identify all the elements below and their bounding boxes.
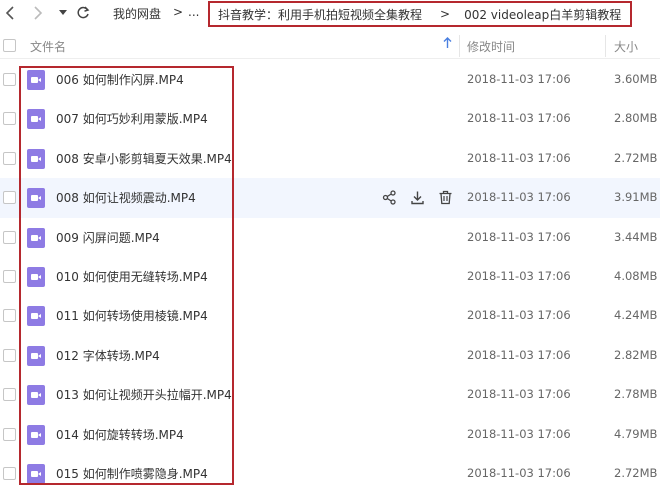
file-row[interactable]: 014 如何旋转转场.MP4 2018-11-03 17:06 4.79MB [0,415,660,454]
file-modified-date: 2018-11-03 17:06 [467,387,571,402]
breadcrumb-separator: > [173,5,184,19]
file-size: 4.08MB [614,268,658,283]
file-modified-date: 2018-11-03 17:06 [467,190,571,205]
row-checkbox[interactable] [3,348,16,362]
file-list-header: 文件名 修改时间 大小 [0,33,660,59]
video-file-icon [27,463,45,484]
file-row[interactable]: 011 如何转场使用棱镜.MP4 2018-11-03 17:06 4.24MB [0,296,660,335]
row-checkbox[interactable] [3,112,16,126]
file-name[interactable]: 009 闪屏问题.MP4 [56,229,160,246]
file-modified-date: 2018-11-03 17:06 [467,308,571,323]
file-row[interactable]: 013 如何让视频开头拉幅开.MP4 2018-11-03 17:06 2.78MB [0,375,660,414]
file-name[interactable]: 012 字体转场.MP4 [56,347,160,364]
row-actions [380,188,454,206]
file-modified-date: 2018-11-03 17:06 [467,72,571,86]
file-size: 2.72MB [614,150,658,165]
file-size: 3.60MB [614,72,658,86]
video-file-icon [27,188,45,209]
file-name[interactable]: 014 如何旋转转场.MP4 [56,426,184,443]
breadcrumb-folder-2[interactable]: 002 videoleap白羊剪辑教程 [464,6,621,23]
column-divider[interactable] [459,35,460,57]
file-name[interactable]: 011 如何转场使用棱镜.MP4 [56,307,208,324]
file-name[interactable]: 015 如何制作喷雾隐身.MP4 [56,465,208,482]
file-size: 2.78MB [614,387,658,402]
caret-down-icon[interactable] [56,2,70,24]
video-file-icon [27,148,45,169]
column-header-name[interactable]: 文件名 [30,38,66,55]
arrow-up-icon[interactable] [443,37,452,52]
file-row[interactable]: 008 如何让视频震动.MP4 2018-11-03 17:06 3.91MB [0,178,660,218]
file-row[interactable]: 009 闪屏问题.MP4 2018-11-03 17:06 3.44MB [0,218,660,257]
file-list: 006 如何制作闪屏.MP4 2018-11-03 17:06 3.60MB 007 … [0,60,660,485]
row-checkbox[interactable] [3,309,16,323]
video-file-icon [27,424,45,445]
file-row[interactable]: 007 如何巧妙利用蒙版.MP4 2018-11-03 17:06 2.80MB [0,99,660,138]
file-size: 2.72MB [614,465,658,480]
file-modified-date: 2018-11-03 17:06 [467,111,571,126]
video-file-icon [27,227,45,248]
row-checkbox[interactable] [3,191,16,205]
select-all-checkbox[interactable] [3,39,16,52]
video-file-icon [27,70,45,90]
file-modified-date: 2018-11-03 17:06 [467,465,571,480]
breadcrumb-highlight-box: 抖音教学：利用手机拍短视频全集教程 > 002 videoleap白羊剪辑教程 … [208,1,632,27]
file-modified-date: 2018-11-03 17:06 [467,347,571,362]
file-modified-date: 2018-11-03 17:06 [467,426,571,441]
chevron-right-icon[interactable] [30,2,46,24]
file-size: 3.44MB [614,229,658,244]
file-row[interactable]: 015 如何制作喷雾隐身.MP4 2018-11-03 17:06 2.72MB [0,454,660,485]
top-navigation-bar: 我的网盘 > ... 抖音教学：利用手机拍短视频全集教程 > 002 video… [0,0,660,28]
breadcrumb-ellipsis[interactable]: ... [188,5,199,19]
file-row[interactable]: 012 字体转场.MP4 2018-11-03 17:06 2.82MB [0,336,660,375]
file-row[interactable]: 010 如何使用无缝转场.MP4 2018-11-03 17:06 4.08MB [0,257,660,296]
download-icon[interactable] [408,188,426,206]
row-checkbox[interactable] [3,466,16,480]
row-checkbox[interactable] [3,73,16,86]
file-size: 3.91MB [614,190,658,205]
file-modified-date: 2018-11-03 17:06 [467,150,571,165]
column-header-size[interactable]: 大小 [614,38,638,55]
file-name[interactable]: 007 如何巧妙利用蒙版.MP4 [56,110,208,127]
file-size: 2.80MB [614,111,658,126]
file-row[interactable]: 006 如何制作闪屏.MP4 2018-11-03 17:06 3.60MB [0,60,660,99]
file-size: 2.82MB [614,347,658,362]
row-checkbox[interactable] [3,269,16,283]
delete-icon[interactable] [436,188,454,206]
row-checkbox[interactable] [3,230,16,244]
chevron-left-icon[interactable] [2,2,18,24]
file-modified-date: 2018-11-03 17:06 [467,268,571,283]
video-file-icon [27,306,45,327]
share-icon[interactable] [380,188,398,206]
refresh-icon[interactable] [74,2,92,24]
file-name[interactable]: 010 如何使用无缝转场.MP4 [56,268,208,285]
breadcrumb-root[interactable]: 我的网盘 [113,5,161,22]
file-name[interactable]: 013 如何让视频开头拉幅开.MP4 [56,386,232,403]
file-row[interactable]: 008 安卓小影剪辑夏天效果.MP4 2018-11-03 17:06 2.72MB [0,139,660,178]
file-name[interactable]: 008 如何让视频震动.MP4 [56,189,196,206]
file-modified-date: 2018-11-03 17:06 [467,229,571,244]
column-header-date[interactable]: 修改时间 [467,38,515,55]
breadcrumb-separator: > [440,7,451,21]
video-file-icon [27,385,45,406]
row-checkbox[interactable] [3,388,16,402]
file-name[interactable]: 006 如何制作闪屏.MP4 [56,71,184,88]
column-divider[interactable] [605,35,606,57]
video-file-icon [27,266,45,287]
file-name[interactable]: 008 安卓小影剪辑夏天效果.MP4 [56,150,232,167]
video-file-icon [27,345,45,366]
row-checkbox[interactable] [3,151,16,165]
video-file-icon [27,109,45,130]
breadcrumb-folder-1[interactable]: 抖音教学：利用手机拍短视频全集教程 [218,6,422,23]
row-checkbox[interactable] [3,427,16,441]
file-size: 4.79MB [614,426,658,441]
file-size: 4.24MB [614,308,658,323]
